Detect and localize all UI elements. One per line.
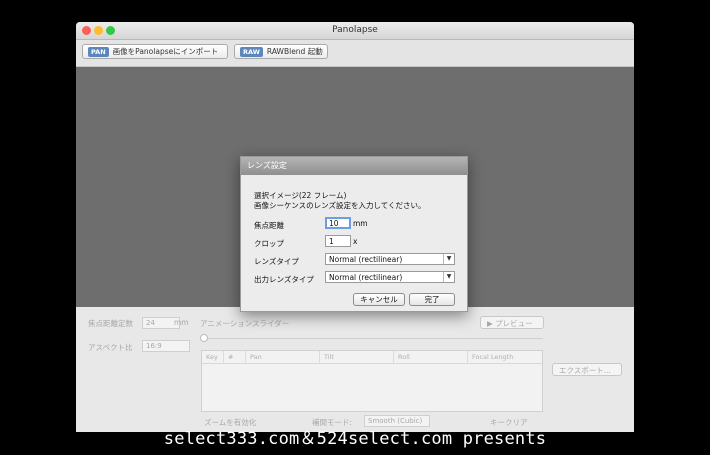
column-header: Roll — [394, 351, 468, 363]
output-lens-type-select[interactable]: Normal (rectilinear) ▼ — [325, 271, 455, 283]
title-bar: Panolapse — [76, 22, 634, 40]
column-header: Tilt — [320, 351, 394, 363]
crop-label: クロップ — [254, 239, 284, 248]
lens-type-value: Normal (rectilinear) — [329, 255, 403, 264]
focal-constant-label: 焦点距離定数 — [88, 319, 133, 328]
column-header: Pan — [246, 351, 320, 363]
import-images-button[interactable]: PAN 画像をPanolapseにインポート — [82, 44, 228, 59]
lens-type-select[interactable]: Normal (rectilinear) ▼ — [325, 253, 455, 265]
dialog-message-line2: 画像シーケンスのレンズ設定を入力してください。 — [254, 201, 426, 210]
footer-credit: select333.com＆524select.com presents — [163, 429, 547, 449]
rawblend-button[interactable]: RAW RAWBlend 起動 — [234, 44, 328, 59]
pan-badge-icon: PAN — [88, 46, 109, 57]
crop-unit: x — [353, 237, 358, 246]
lens-settings-dialog: レンズ設定 選択イメージ(22 フレーム) 画像シーケンスのレンズ設定を入力して… — [240, 156, 468, 312]
preview-button[interactable]: ▶ プレビュー — [480, 316, 544, 329]
chevron-down-icon: ▼ — [443, 272, 454, 282]
lens-type-label: レンズタイプ — [254, 257, 299, 266]
cancel-button[interactable]: キャンセル — [353, 293, 405, 306]
window-title: Panolapse — [332, 25, 378, 35]
animation-slider-label: アニメーションスライダー — [200, 319, 290, 328]
column-header: Key — [202, 351, 224, 363]
animation-slider-track[interactable] — [201, 338, 543, 339]
raw-badge-icon: RAW — [240, 46, 263, 57]
rawblend-label: RAWBlend 起動 — [266, 47, 323, 56]
dialog-title: レンズ設定 — [241, 157, 467, 175]
done-button[interactable]: 完了 — [409, 293, 455, 306]
import-images-label: 画像をPanolapseにインポート — [112, 47, 219, 56]
aspect-ratio-label: アスペクト比 — [88, 343, 133, 352]
output-lens-type-value: Normal (rectilinear) — [329, 273, 403, 282]
focal-length-input[interactable]: 10 — [325, 217, 351, 229]
focal-length-unit: mm — [353, 219, 368, 228]
output-lens-type-label: 出力レンズタイプ — [254, 275, 314, 284]
toolbar: PAN 画像をPanolapseにインポート RAW RAWBlend 起動 — [76, 40, 634, 67]
crop-input[interactable]: 1 — [325, 235, 351, 247]
export-button[interactable]: エクスポート... — [552, 363, 622, 376]
settings-panel: 焦点距離定数 24 mm アスペクト比 16:9 アニメーションスライダー ▶ … — [76, 307, 634, 432]
column-header: Focal Length — [472, 353, 514, 361]
focal-constant-unit: mm — [174, 318, 189, 327]
keyframe-table[interactable]: Key # Pan Tilt Roll Focal Length — [201, 350, 543, 412]
animation-slider-knob[interactable] — [200, 334, 208, 342]
aspect-ratio-select[interactable]: 16:9 — [142, 340, 190, 352]
focal-length-label: 焦点距離 — [254, 221, 284, 230]
chevron-down-icon: ▼ — [443, 254, 454, 264]
column-header: # — [224, 351, 246, 363]
